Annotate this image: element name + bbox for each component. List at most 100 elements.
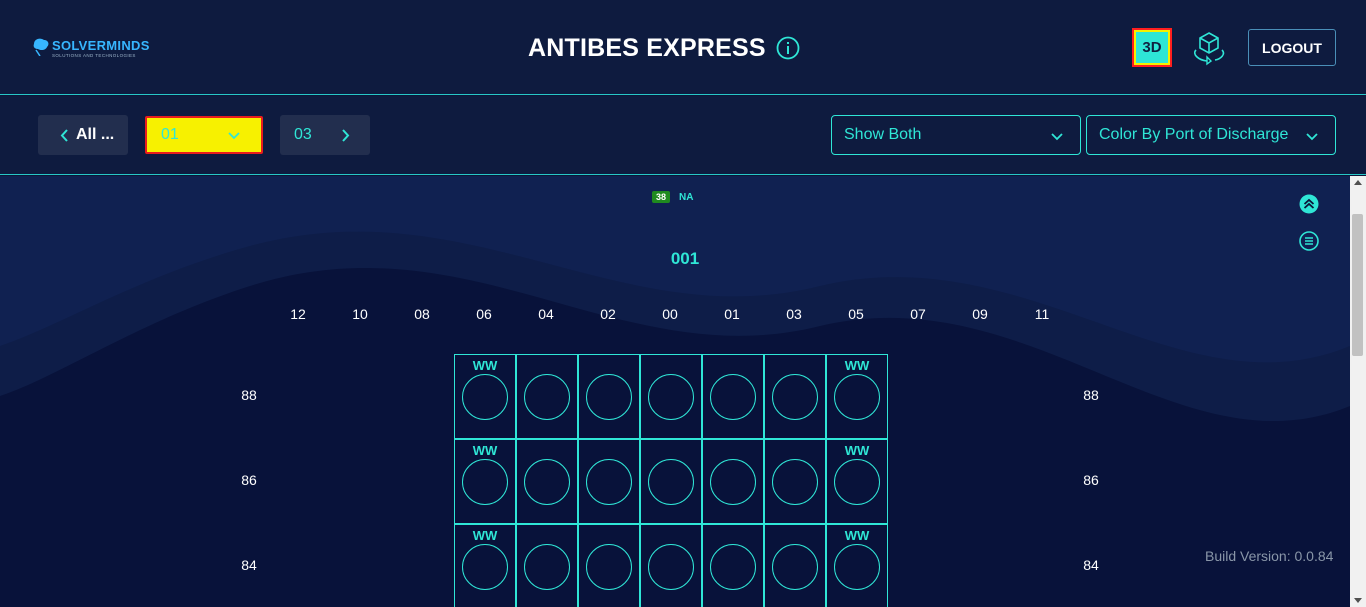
legend-label: NA (679, 191, 694, 203)
container-slot[interactable] (702, 354, 764, 439)
next-bay-label: 03 (294, 126, 312, 143)
container-slot[interactable] (702, 439, 764, 524)
empty-slot-circle (772, 544, 818, 590)
scrollbar-thumb[interactable] (1352, 214, 1363, 356)
logout-button[interactable]: LOGOUT (1248, 29, 1336, 66)
chevron-right-icon (342, 128, 350, 142)
logo-tagline: SOLUTIONS AND TECHNOLOGIES (52, 53, 136, 58)
container-slot[interactable]: WW (454, 524, 516, 607)
container-slot[interactable] (764, 354, 826, 439)
color-by-dropdown[interactable]: Color By Port of Discharge (1086, 115, 1336, 155)
empty-slot-circle (524, 544, 570, 590)
container-slot[interactable]: WW (454, 354, 516, 439)
chevron-down-icon (228, 132, 240, 140)
container-slot[interactable]: WW (826, 439, 888, 524)
column-label: 09 (972, 306, 988, 322)
tier-label-right: 84 (1083, 557, 1099, 573)
container-slot[interactable]: WW (826, 524, 888, 607)
expand-up-icon[interactable] (1299, 194, 1319, 214)
empty-slot-circle (462, 544, 508, 590)
container-slot[interactable] (702, 524, 764, 607)
bay-plan-view[interactable]: 38 NA 001 12 10 08 06 04 02 00 01 03 05 07 09 11 88 8… (0, 176, 1350, 607)
empty-slot-circle (710, 374, 756, 420)
column-label: 05 (848, 306, 864, 322)
tier-label-left: 84 (241, 557, 257, 573)
bay-select-value: 01 (161, 126, 179, 143)
cube-rotate-icon[interactable] (1190, 30, 1228, 66)
container-slot[interactable] (578, 439, 640, 524)
chevron-down-icon (1051, 133, 1063, 141)
column-label: 03 (786, 306, 802, 322)
column-label: 04 (538, 306, 554, 322)
empty-slot-circle (710, 544, 756, 590)
previous-bay-label: All ... (76, 126, 115, 143)
info-icon[interactable] (776, 36, 800, 60)
ww-label: WW (472, 358, 498, 373)
tier-label-left: 88 (241, 387, 257, 403)
column-label: 01 (724, 306, 740, 322)
container-slot[interactable] (640, 439, 702, 524)
container-slot[interactable] (516, 524, 578, 607)
ww-label: WW (844, 358, 870, 373)
container-slot[interactable]: WW (454, 439, 516, 524)
container-slot[interactable] (640, 524, 702, 607)
empty-slot-circle (462, 374, 508, 420)
bay-number-title: 001 (670, 249, 700, 268)
show-filter-value: Show Both (844, 126, 922, 143)
empty-slot-circle (710, 459, 756, 505)
column-label: 11 (1034, 306, 1050, 322)
empty-slot-circle (462, 459, 508, 505)
empty-slot-circle (648, 374, 694, 420)
show-filter-dropdown[interactable]: Show Both (831, 115, 1081, 155)
bay-toolbar: All ... 01 03 Show Both Color By Port of… (0, 96, 1366, 175)
empty-slot-circle (772, 459, 818, 505)
empty-slot-circle (586, 544, 632, 590)
logo-brand: SOLVERMINDS (52, 38, 150, 53)
empty-slot-circle (834, 459, 880, 505)
column-label: 00 (662, 306, 678, 322)
vertical-scrollbar[interactable] (1350, 176, 1366, 607)
empty-slot-circle (524, 374, 570, 420)
color-by-value: Color By Port of Discharge (1099, 126, 1289, 143)
container-slot[interactable] (578, 354, 640, 439)
ww-label: WW (472, 443, 498, 458)
container-slot[interactable] (516, 354, 578, 439)
scroll-up-arrow[interactable] (1354, 180, 1362, 185)
solverminds-logo: SOLVERMINDS SOLUTIONS AND TECHNOLOGIES (30, 34, 170, 60)
view-3d-label: 3D (1136, 32, 1168, 63)
container-slot[interactable] (640, 354, 702, 439)
empty-slot-circle (524, 459, 570, 505)
next-bay-button[interactable]: 03 (280, 115, 370, 155)
scroll-down-arrow[interactable] (1354, 598, 1362, 603)
column-label: 08 (414, 306, 430, 322)
bay-select-dropdown[interactable]: 01 (145, 116, 263, 154)
legend-count-badge: 38 (652, 191, 671, 203)
app-header: SOLVERMINDS SOLUTIONS AND TECHNOLOGIES A… (0, 0, 1366, 95)
empty-slot-circle (648, 544, 694, 590)
tier-label-left: 86 (241, 472, 257, 488)
column-label: 06 (476, 306, 492, 322)
list-menu-icon[interactable] (1299, 231, 1319, 251)
empty-slot-circle (834, 374, 880, 420)
container-slot[interactable] (516, 439, 578, 524)
empty-slot-circle (648, 459, 694, 505)
previous-bay-button[interactable]: All ... (38, 115, 128, 155)
chevron-down-icon (1306, 133, 1318, 141)
legend: 38 NA (652, 191, 693, 203)
tier-label-right: 86 (1083, 472, 1099, 488)
ww-label: WW (844, 443, 870, 458)
build-version: Build Version: 0.0.84 (1205, 548, 1334, 564)
ww-label: WW (472, 528, 498, 543)
container-slot[interactable]: WW (826, 354, 888, 439)
container-slot[interactable] (764, 524, 826, 607)
view-3d-button[interactable]: 3D (1132, 28, 1172, 67)
column-label: 02 (600, 306, 616, 322)
container-slot[interactable] (764, 439, 826, 524)
vessel-title-group: ANTIBES EXPRESS (528, 32, 800, 64)
empty-slot-circle (586, 459, 632, 505)
tier-label-right: 88 (1083, 387, 1099, 403)
logo-brain-icon (33, 38, 49, 56)
container-slot[interactable] (578, 524, 640, 607)
empty-slot-circle (772, 374, 818, 420)
column-label: 10 (352, 306, 368, 322)
